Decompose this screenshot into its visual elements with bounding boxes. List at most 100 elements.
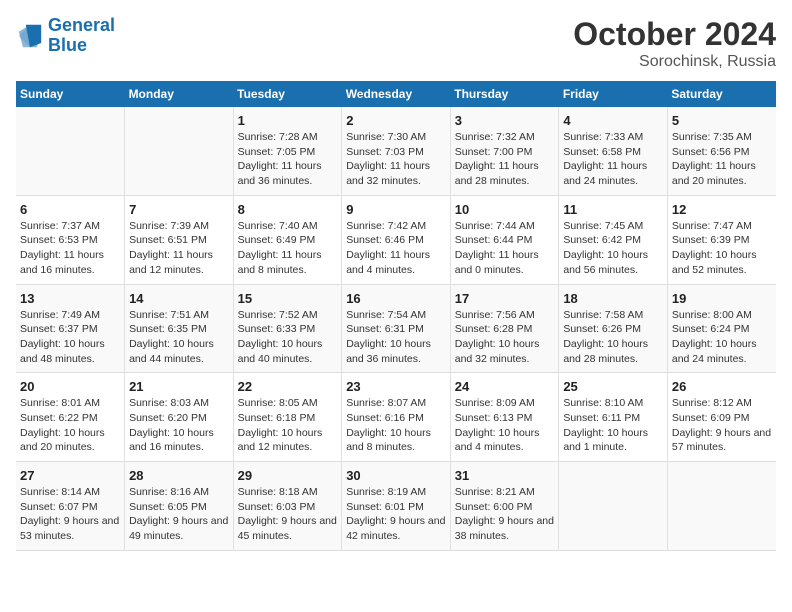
calendar-cell: 17 Sunrise: 7:56 AM Sunset: 6:28 PM Dayli… (450, 284, 559, 373)
header-day-tuesday: Tuesday (233, 81, 342, 107)
header-day-friday: Friday (559, 81, 668, 107)
calendar-cell: 13 Sunrise: 7:49 AM Sunset: 6:37 PM Dayli… (16, 284, 125, 373)
calendar-cell: 21Sunrise: 8:03 AM Sunset: 6:20 PM Dayli… (125, 373, 234, 462)
calendar-cell: 28Sunrise: 8:16 AM Sunset: 6:05 PM Dayli… (125, 462, 234, 551)
day-info: Sunrise: 8:01 AM Sunset: 6:22 PM Dayligh… (20, 396, 120, 455)
calendar-cell: 6 Sunrise: 7:37 AM Sunset: 6:53 PM Daylig… (16, 195, 125, 284)
week-row-3: 13 Sunrise: 7:49 AM Sunset: 6:37 PM Dayli… (16, 284, 776, 373)
day-info: Sunrise: 7:40 AM Sunset: 6:49 PM Dayligh… (238, 219, 338, 278)
title-block: October 2024 Sorochinsk, Russia (573, 16, 776, 71)
day-info: Sunrise: 8:03 AM Sunset: 6:20 PM Dayligh… (129, 396, 229, 455)
calendar-cell: 5Sunrise: 7:35 AM Sunset: 6:56 PM Daylig… (667, 107, 776, 195)
calendar-cell: 3 Sunrise: 7:32 AM Sunset: 7:00 PM Daylig… (450, 107, 559, 195)
calendar-cell: 25 Sunrise: 8:10 AM Sunset: 6:11 PM Dayli… (559, 373, 668, 462)
day-number: 1 (238, 113, 338, 128)
day-info: Sunrise: 7:45 AM Sunset: 6:42 PM Dayligh… (563, 219, 663, 278)
day-number: 24 (455, 379, 555, 394)
day-number: 4 (563, 113, 663, 128)
calendar-cell: 31 Sunrise: 8:21 AM Sunset: 6:00 PM Dayli… (450, 462, 559, 551)
calendar-cell: 9 Sunrise: 7:42 AM Sunset: 6:46 PM Daylig… (342, 195, 451, 284)
day-info: Sunrise: 7:47 AM Sunset: 6:39 PM Dayligh… (672, 219, 772, 278)
day-info: Sunrise: 7:56 AM Sunset: 6:28 PM Dayligh… (455, 308, 555, 367)
day-info: Sunrise: 7:42 AM Sunset: 6:46 PM Dayligh… (346, 219, 446, 278)
calendar-cell: 8 Sunrise: 7:40 AM Sunset: 6:49 PM Daylig… (233, 195, 342, 284)
day-info: Sunrise: 8:10 AM Sunset: 6:11 PM Dayligh… (563, 396, 663, 455)
day-number: 13 (20, 291, 120, 306)
day-info: Sunrise: 7:49 AM Sunset: 6:37 PM Dayligh… (20, 308, 120, 367)
day-info: Sunrise: 7:52 AM Sunset: 6:33 PM Dayligh… (238, 308, 338, 367)
day-number: 2 (346, 113, 446, 128)
day-number: 9 (346, 202, 446, 217)
day-number: 7 (129, 202, 229, 217)
day-number: 17 (455, 291, 555, 306)
calendar-cell: 27 Sunrise: 8:14 AM Sunset: 6:07 PM Dayli… (16, 462, 125, 551)
day-info: Sunrise: 7:32 AM Sunset: 7:00 PM Dayligh… (455, 130, 555, 189)
week-row-2: 6 Sunrise: 7:37 AM Sunset: 6:53 PM Daylig… (16, 195, 776, 284)
day-number: 30 (346, 468, 446, 483)
logo: General Blue (16, 16, 115, 56)
calendar-cell: 7 Sunrise: 7:39 AM Sunset: 6:51 PM Daylig… (125, 195, 234, 284)
calendar-cell: 12 Sunrise: 7:47 AM Sunset: 6:39 PM Dayli… (667, 195, 776, 284)
day-info: Sunrise: 8:12 AM Sunset: 6:09 PM Dayligh… (672, 396, 772, 455)
day-number: 5 (672, 113, 772, 128)
day-number: 15 (238, 291, 338, 306)
day-number: 27 (20, 468, 120, 483)
calendar-cell (125, 107, 234, 195)
calendar-cell: 1 Sunrise: 7:28 AM Sunset: 7:05 PM Daylig… (233, 107, 342, 195)
calendar-cell: 23Sunrise: 8:07 AM Sunset: 6:16 PM Dayli… (342, 373, 451, 462)
logo-icon (16, 22, 44, 50)
location: Sorochinsk, Russia (573, 53, 776, 71)
header-day-wednesday: Wednesday (342, 81, 451, 107)
header-day-saturday: Saturday (667, 81, 776, 107)
day-number: 16 (346, 291, 446, 306)
day-info: Sunrise: 7:37 AM Sunset: 6:53 PM Dayligh… (20, 219, 120, 278)
day-number: 26 (672, 379, 772, 394)
day-info: Sunrise: 7:39 AM Sunset: 6:51 PM Dayligh… (129, 219, 229, 278)
day-number: 11 (563, 202, 663, 217)
day-number: 10 (455, 202, 555, 217)
day-info: Sunrise: 7:44 AM Sunset: 6:44 PM Dayligh… (455, 219, 555, 278)
calendar-cell: 20 Sunrise: 8:01 AM Sunset: 6:22 PM Dayli… (16, 373, 125, 462)
header-row: SundayMondayTuesdayWednesdayThursdayFrid… (16, 81, 776, 107)
day-number: 19 (672, 291, 772, 306)
day-number: 12 (672, 202, 772, 217)
calendar-cell: 15 Sunrise: 7:52 AM Sunset: 6:33 PM Dayli… (233, 284, 342, 373)
header-day-sunday: Sunday (16, 81, 125, 107)
calendar-cell: 24 Sunrise: 8:09 AM Sunset: 6:13 PM Dayli… (450, 373, 559, 462)
week-row-4: 20 Sunrise: 8:01 AM Sunset: 6:22 PM Dayli… (16, 373, 776, 462)
day-info: Sunrise: 8:07 AM Sunset: 6:16 PM Dayligh… (346, 396, 446, 455)
day-info: Sunrise: 8:14 AM Sunset: 6:07 PM Dayligh… (20, 485, 120, 544)
calendar-cell (559, 462, 668, 551)
day-number: 22 (238, 379, 338, 394)
calendar-cell: 30 Sunrise: 8:19 AM Sunset: 6:01 PM Dayli… (342, 462, 451, 551)
day-info: Sunrise: 8:09 AM Sunset: 6:13 PM Dayligh… (455, 396, 555, 455)
day-number: 28 (129, 468, 229, 483)
calendar-cell (16, 107, 125, 195)
calendar-table: SundayMondayTuesdayWednesdayThursdayFrid… (16, 81, 776, 551)
day-info: Sunrise: 7:28 AM Sunset: 7:05 PM Dayligh… (238, 130, 338, 189)
day-number: 6 (20, 202, 120, 217)
day-number: 25 (563, 379, 663, 394)
calendar-cell: 29Sunrise: 8:18 AM Sunset: 6:03 PM Dayli… (233, 462, 342, 551)
month-title: October 2024 (573, 16, 776, 53)
day-info: Sunrise: 8:19 AM Sunset: 6:01 PM Dayligh… (346, 485, 446, 544)
day-info: Sunrise: 8:05 AM Sunset: 6:18 PM Dayligh… (238, 396, 338, 455)
header-day-thursday: Thursday (450, 81, 559, 107)
calendar-cell: 10 Sunrise: 7:44 AM Sunset: 6:44 PM Dayli… (450, 195, 559, 284)
day-number: 18 (563, 291, 663, 306)
day-number: 14 (129, 291, 229, 306)
day-number: 3 (455, 113, 555, 128)
calendar-cell: 11 Sunrise: 7:45 AM Sunset: 6:42 PM Dayli… (559, 195, 668, 284)
page-header: General Blue October 2024 Sorochinsk, Ru… (16, 16, 776, 71)
calendar-cell: 26 Sunrise: 8:12 AM Sunset: 6:09 PM Dayli… (667, 373, 776, 462)
calendar-cell (667, 462, 776, 551)
day-info: Sunrise: 8:21 AM Sunset: 6:00 PM Dayligh… (455, 485, 555, 544)
day-info: Sunrise: 8:18 AM Sunset: 6:03 PM Dayligh… (238, 485, 338, 544)
day-number: 8 (238, 202, 338, 217)
calendar-cell: 22 Sunrise: 8:05 AM Sunset: 6:18 PM Dayli… (233, 373, 342, 462)
calendar-cell: 16Sunrise: 7:54 AM Sunset: 6:31 PM Dayli… (342, 284, 451, 373)
day-number: 31 (455, 468, 555, 483)
day-info: Sunrise: 7:58 AM Sunset: 6:26 PM Dayligh… (563, 308, 663, 367)
day-number: 20 (20, 379, 120, 394)
week-row-1: 1 Sunrise: 7:28 AM Sunset: 7:05 PM Daylig… (16, 107, 776, 195)
